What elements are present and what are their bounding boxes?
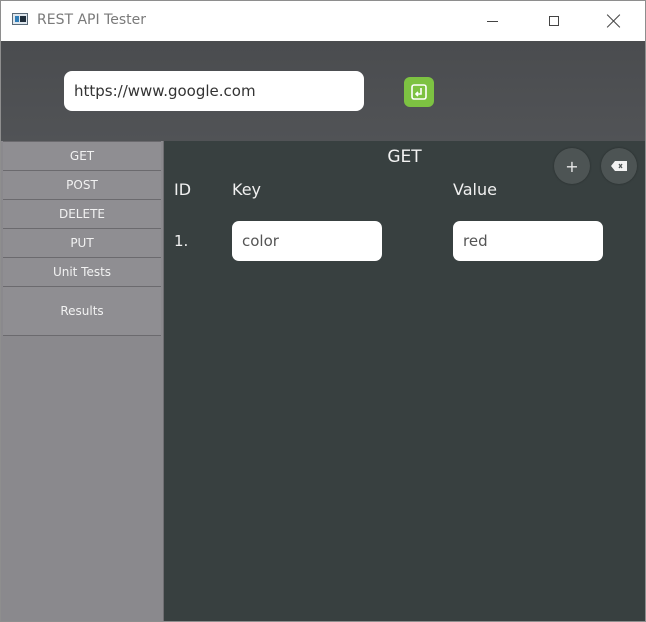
sidebar-item-unit-tests[interactable]: Unit Tests (3, 257, 161, 287)
sidebar-item-post[interactable]: POST (3, 170, 161, 200)
sidebar-item-delete[interactable]: DELETE (3, 199, 161, 229)
sidebar: GET POST DELETE PUT Unit Tests Results (1, 141, 164, 621)
url-bar (1, 41, 645, 141)
title-bar[interactable]: REST API Tester (1, 1, 645, 41)
sidebar-item-label: GET (69, 149, 95, 163)
sidebar-item-put[interactable]: PUT (3, 228, 161, 258)
url-input[interactable] (64, 71, 364, 111)
backspace-icon (611, 161, 627, 171)
sidebar-item-label: Results (60, 304, 104, 318)
close-icon (607, 14, 621, 28)
column-header-id: ID (174, 180, 192, 199)
sidebar-item-label: Unit Tests (52, 265, 112, 279)
maximize-icon (549, 16, 559, 26)
minimize-button[interactable] (469, 1, 515, 41)
sidebar-item-label: POST (66, 178, 98, 192)
send-button[interactable] (404, 77, 434, 107)
app-window: REST API Tester GET POST DELETE (0, 0, 646, 622)
close-button[interactable] (591, 1, 637, 41)
row-id: 1. (174, 232, 189, 250)
sidebar-item-results[interactable]: Results (3, 286, 161, 336)
sidebar-item-get[interactable]: GET (3, 141, 161, 171)
main-panel: GET + ID Key Value 1. (164, 141, 645, 621)
app-icon (12, 13, 28, 25)
clear-button[interactable] (601, 148, 637, 184)
plus-icon: + (565, 156, 579, 176)
sidebar-item-label: DELETE (58, 207, 105, 221)
column-header-value: Value (453, 180, 497, 199)
column-header-key: Key (232, 180, 262, 199)
value-input[interactable] (453, 221, 603, 261)
send-icon (411, 84, 427, 100)
sidebar-item-label: PUT (70, 236, 94, 250)
window-title: REST API Tester (37, 12, 146, 28)
key-input[interactable] (232, 221, 382, 261)
minimize-icon (486, 20, 498, 22)
add-row-button[interactable]: + (554, 148, 590, 184)
maximize-button[interactable] (531, 1, 577, 41)
